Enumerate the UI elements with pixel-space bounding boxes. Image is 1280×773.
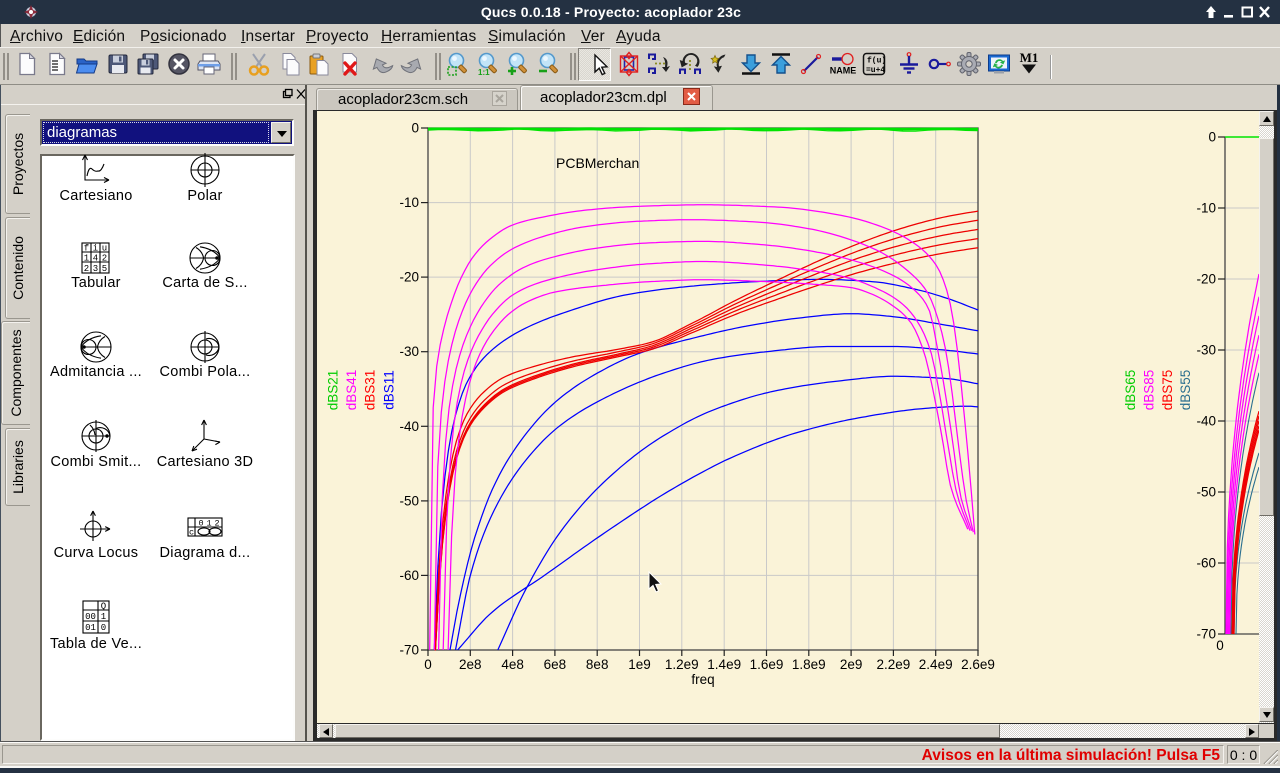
svg-text:PCBMerchan: PCBMerchan <box>556 155 639 171</box>
svg-text:1: 1 <box>84 254 89 264</box>
svg-text:0: 0 <box>1216 638 1224 653</box>
svg-text:2.4e9: 2.4e9 <box>919 657 953 672</box>
svg-text:-60: -60 <box>1196 556 1216 571</box>
svg-text:-50: -50 <box>1196 485 1216 500</box>
svg-text:-10: -10 <box>1196 201 1216 216</box>
svg-text:dBS75: dBS75 <box>1160 370 1175 411</box>
svg-text:dBS65: dBS65 <box>1123 370 1138 411</box>
svg-text:c: c <box>189 528 194 538</box>
svg-text:f(u): f(u) <box>867 57 886 66</box>
svg-text:f: f <box>84 244 89 254</box>
svg-text:1.6e9: 1.6e9 <box>750 657 784 672</box>
svg-text:-60: -60 <box>399 568 419 583</box>
svg-text:u: u <box>102 244 107 254</box>
svg-text:dBS55: dBS55 <box>1178 370 1193 411</box>
svg-text:dBS21: dBS21 <box>326 370 341 411</box>
svg-text:-10: -10 <box>399 195 419 210</box>
svg-text:=u+4: =u+4 <box>866 66 885 75</box>
svg-text:NAME: NAME <box>830 66 856 76</box>
svg-text:-70: -70 <box>399 643 419 658</box>
svg-text:i: i <box>93 244 98 254</box>
svg-text:0: 0 <box>1208 130 1216 145</box>
svg-text:-50: -50 <box>399 493 419 508</box>
svg-text:1: 1 <box>101 612 106 622</box>
svg-text:-70: -70 <box>1196 627 1216 642</box>
svg-text:freq: freq <box>691 672 714 687</box>
svg-text:2: 2 <box>84 264 89 274</box>
svg-text:0: 0 <box>198 519 203 529</box>
svg-text:Q: Q <box>101 602 106 612</box>
svg-text:1.4e9: 1.4e9 <box>707 657 741 672</box>
svg-text:dBS31: dBS31 <box>363 370 378 411</box>
svg-text:dBS85: dBS85 <box>1141 370 1156 411</box>
svg-text:2: 2 <box>214 519 219 529</box>
svg-text:01: 01 <box>85 623 96 633</box>
svg-text:6e8: 6e8 <box>544 657 567 672</box>
svg-text:-40: -40 <box>1196 414 1216 429</box>
svg-text:2e9: 2e9 <box>840 657 863 672</box>
svg-text:1:1: 1:1 <box>478 68 490 77</box>
svg-text:4e8: 4e8 <box>501 657 524 672</box>
svg-text:1: 1 <box>206 519 211 529</box>
svg-text:8e8: 8e8 <box>586 657 609 672</box>
svg-text:0: 0 <box>411 121 419 136</box>
svg-text:2.2e9: 2.2e9 <box>877 657 911 672</box>
svg-text:2e8: 2e8 <box>459 657 482 672</box>
svg-text:0: 0 <box>101 623 106 633</box>
svg-text:3: 3 <box>93 264 98 274</box>
svg-text:1.8e9: 1.8e9 <box>792 657 826 672</box>
svg-text:-20: -20 <box>399 270 419 285</box>
svg-text:-40: -40 <box>399 419 419 434</box>
svg-text:1.2e9: 1.2e9 <box>665 657 699 672</box>
svg-text:2.6e9: 2.6e9 <box>961 657 995 672</box>
svg-text:-20: -20 <box>1196 272 1216 287</box>
svg-text:-30: -30 <box>399 344 419 359</box>
svg-text:2: 2 <box>102 254 107 264</box>
svg-text:-30: -30 <box>1196 343 1216 358</box>
svg-text:M1: M1 <box>1020 51 1039 65</box>
svg-text:5: 5 <box>102 264 107 274</box>
svg-text:dBS11: dBS11 <box>381 370 396 410</box>
svg-text:4: 4 <box>93 254 98 264</box>
svg-text:1e9: 1e9 <box>628 657 651 672</box>
svg-text:00: 00 <box>85 612 96 622</box>
svg-text:dBS41: dBS41 <box>344 370 359 411</box>
svg-text:0: 0 <box>424 657 432 672</box>
